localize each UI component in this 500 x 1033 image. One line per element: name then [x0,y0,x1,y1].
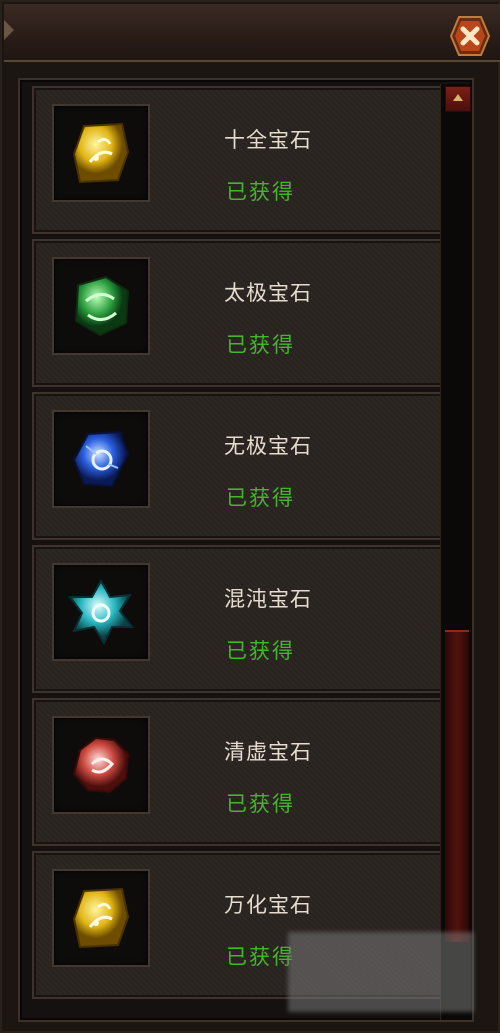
scroll-up-button[interactable] [445,86,471,112]
gem-status: 已获得 [226,333,295,357]
gem-icon-slot [52,104,150,202]
gem-status: 已获得 [226,945,295,969]
gem-status: 已获得 [226,180,295,204]
gem-status: 已获得 [226,792,295,816]
gem-icon-slot [52,410,150,508]
gem-list: 十全宝石 已获得 太极宝石 已获得 无极宝石 已获得 混沌宝石 已获得 清虚宝石… [32,86,444,1004]
gem-icon-slot [52,869,150,967]
scroll-thumb[interactable] [445,630,469,942]
gem-icon-slot [52,257,150,355]
gem-list-panel: 十全宝石 已获得 太极宝石 已获得 无极宝石 已获得 混沌宝石 已获得 清虚宝石… [18,78,474,1022]
gem-card[interactable]: 无极宝石 已获得 [32,392,444,540]
gem-icon-slot [52,563,150,661]
gold-gem-icon [72,887,130,949]
gem-name: 十全宝石 [224,128,312,152]
cyan-gem-icon [68,578,134,646]
gem-card[interactable]: 混沌宝石 已获得 [32,545,444,693]
watermark-overlay [288,932,474,1012]
scrollbar[interactable] [440,84,471,1020]
gem-card[interactable]: 清虚宝石 已获得 [32,698,444,846]
gem-name: 太极宝石 [224,281,312,305]
gem-window: 十全宝石 已获得 太极宝石 已获得 无极宝石 已获得 混沌宝石 已获得 清虚宝石… [0,0,500,1033]
gem-card[interactable]: 太极宝石 已获得 [32,239,444,387]
title-bar [4,4,500,62]
gem-card[interactable]: 十全宝石 已获得 [32,86,444,234]
close-icon [449,16,491,56]
green-gem-icon [74,275,130,337]
gem-name: 混沌宝石 [224,587,312,611]
gold-gem-icon [72,122,130,184]
gem-status: 已获得 [226,639,295,663]
gem-icon-slot [52,716,150,814]
gem-name: 万化宝石 [224,893,312,917]
gem-name: 无极宝石 [224,434,312,458]
close-button[interactable] [448,14,492,58]
red-gem-icon [72,736,130,794]
gem-status: 已获得 [226,486,295,510]
gem-name: 清虚宝石 [224,740,312,764]
blue-gem-icon [72,430,130,488]
